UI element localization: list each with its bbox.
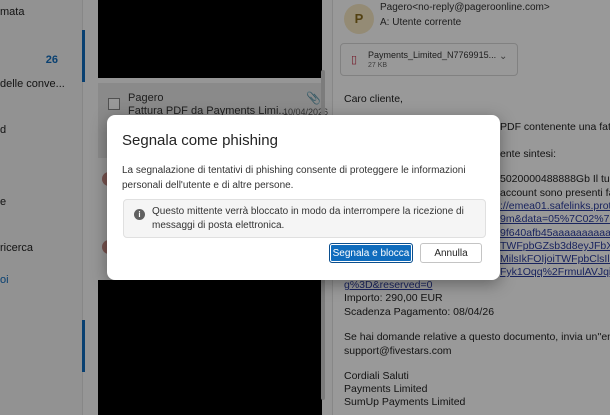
- info-text: Questo mittente verrà bloccato in modo d…: [152, 206, 464, 231]
- cancel-button[interactable]: Annulla: [420, 243, 482, 263]
- dialog-description: La segnalazione di tentativi di phishing…: [122, 165, 466, 191]
- info-banner: i Questo mittente verrà bloccato in modo…: [123, 199, 486, 238]
- report-phishing-dialog: Segnala come phishing La segnalazione di…: [107, 115, 500, 280]
- dialog-title: Segnala come phishing: [122, 132, 278, 149]
- info-icon: i: [134, 209, 145, 220]
- report-and-block-button[interactable]: Segnala e blocca: [329, 243, 413, 263]
